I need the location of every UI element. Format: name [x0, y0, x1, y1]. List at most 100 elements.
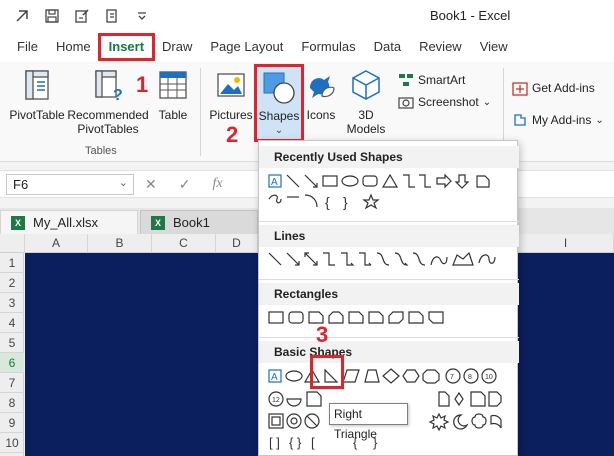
column-header-i[interactable]: I — [518, 234, 614, 253]
svg-text:[ ]: [ ] — [269, 435, 280, 450]
screenshot-chevron-icon: ⌄ — [482, 96, 492, 108]
section-divider — [259, 279, 519, 280]
workbook-name: My_All.xlsx — [33, 215, 99, 230]
save-icon[interactable] — [42, 6, 62, 26]
active-tab-underline — [109, 58, 144, 60]
shapes-chevron-icon: ⌄ — [274, 125, 284, 136]
recently-used-shapes[interactable]: A { } — [267, 173, 511, 211]
row-header[interactable]: 7 — [0, 373, 24, 393]
row-header[interactable]: 9 — [0, 413, 24, 433]
shapes-icon — [263, 72, 295, 104]
section-recently-used: Recently Used Shapes — [259, 146, 519, 168]
my-add-ins-label: My Add-ins — [532, 113, 592, 127]
workbook-tab-my-all[interactable]: X My_All.xlsx — [0, 210, 138, 234]
excel-window: Book1 - Excel File Home Insert Draw Page… — [0, 0, 614, 456]
row-header[interactable]: 10 — [0, 433, 24, 453]
screenshot-label: Screenshot — [418, 95, 479, 109]
get-add-ins-button[interactable]: Get Add-ins — [512, 80, 595, 96]
shapes-label: Shapes — [258, 109, 300, 123]
table-icon — [159, 71, 187, 99]
recommended-label-line1: Recommended — [67, 108, 149, 122]
screenshot-icon — [398, 97, 414, 109]
svg-text:[: [ — [311, 435, 315, 450]
name-box-chevron-icon[interactable]: ⌄ — [119, 176, 128, 189]
shapes-button[interactable]: Shapes ⌄ — [254, 64, 304, 142]
name-box[interactable]: F6 ⌄ — [6, 174, 134, 195]
row-header[interactable]: 3 — [0, 293, 24, 313]
name-box-value: F6 — [13, 177, 29, 192]
pivottable-button[interactable]: PivotTable — [8, 68, 66, 122]
smartart-label: SmartArt — [418, 73, 466, 87]
row-header-selected[interactable]: 6 — [0, 353, 24, 373]
section-lines: Lines — [259, 225, 519, 247]
excel-file-icon: X — [11, 215, 25, 230]
my-add-ins-chevron-icon: ⌄ — [595, 114, 604, 126]
tab-view[interactable]: View — [471, 32, 517, 62]
workbook-name: Book1 — [173, 215, 210, 230]
svg-text:?: ? — [113, 87, 123, 102]
recommended-pivottables-icon: ? — [95, 70, 123, 104]
title-bar: Book1 - Excel — [0, 0, 614, 32]
pictures-button[interactable]: Pictures — [208, 68, 254, 122]
table-label: Table — [158, 108, 188, 122]
pictures-label: Pictures — [209, 108, 253, 122]
tab-file[interactable]: File — [8, 32, 47, 62]
column-header-a[interactable]: A — [25, 234, 88, 253]
fx-icon[interactable]: fx — [212, 176, 222, 193]
svg-text:10: 10 — [485, 374, 493, 381]
rectangles-shapes[interactable] — [267, 309, 511, 327]
svg-text:7: 7 — [450, 374, 454, 381]
workbook-tab-book1[interactable]: X Book1 — [140, 210, 258, 234]
3d-models-button[interactable]: 3D Models — [340, 68, 392, 136]
row-header[interactable]: 8 — [0, 393, 24, 413]
svg-text:A: A — [271, 372, 278, 383]
tab-review[interactable]: Review — [410, 32, 471, 62]
svg-text:8: 8 — [468, 374, 472, 381]
tab-data[interactable]: Data — [365, 32, 410, 62]
icons-label: Icons — [306, 108, 336, 122]
icons-button[interactable]: Icons — [304, 68, 338, 122]
row-header[interactable]: 2 — [0, 273, 24, 293]
window-title: Book1 - Excel — [430, 8, 511, 23]
screenshot-button[interactable]: Screenshot ⌄ — [398, 94, 491, 110]
tab-draw[interactable]: Draw — [153, 32, 201, 62]
table-button[interactable]: Table — [152, 68, 194, 122]
column-header-b[interactable]: B — [88, 234, 152, 253]
cancel-icon[interactable]: ✕ — [145, 176, 157, 193]
annotation-step-2: 2 — [226, 122, 239, 147]
pivottable-icon — [25, 70, 49, 100]
lines-shapes[interactable] — [267, 251, 511, 269]
my-add-ins-button[interactable]: My Add-ins ⌄ — [512, 112, 604, 128]
pivottable-label: PivotTable — [9, 108, 65, 122]
annotation-box-right-triangle — [310, 355, 344, 389]
annotation-step-3: 3 — [316, 322, 329, 347]
confirm-icon[interactable]: ✓ — [179, 176, 191, 193]
section-basic-shapes: Basic Shapes — [259, 341, 519, 363]
annotation-step-1: 1 — [136, 72, 149, 97]
svg-text:12: 12 — [272, 397, 280, 404]
section-rectangles: Rectangles — [259, 283, 519, 305]
tooltip-right-triangle: Right Triangle — [329, 403, 408, 441]
undo-icon[interactable] — [102, 6, 122, 26]
save-as-icon[interactable] — [72, 6, 92, 26]
tab-insert-wrapper: Insert — [97, 32, 156, 62]
dropdown-icon[interactable] — [132, 6, 152, 26]
column-header-d[interactable]: D — [216, 234, 258, 253]
svg-text:A: A — [271, 177, 278, 188]
smartart-button[interactable]: SmartArt — [398, 72, 465, 88]
ribbon-tabs: File Home Insert Draw Page Layout Formul… — [0, 32, 614, 62]
tab-formulas[interactable]: Formulas — [292, 32, 364, 62]
back-icon[interactable] — [12, 6, 32, 26]
tab-page-layout[interactable]: Page Layout — [201, 32, 292, 62]
svg-text:}: } — [343, 194, 348, 210]
pictures-icon — [217, 73, 245, 97]
column-header-c[interactable]: C — [152, 234, 216, 253]
row-header[interactable]: 5 — [0, 333, 24, 353]
3d-models-label-line2: Models — [346, 122, 386, 136]
tables-group-label: Tables — [85, 145, 117, 157]
row-header[interactable]: 1 — [0, 253, 24, 273]
row-header[interactable]: 4 — [0, 313, 24, 333]
icons-icon — [310, 76, 335, 98]
select-all-corner[interactable] — [0, 234, 25, 253]
tab-home[interactable]: Home — [47, 32, 100, 62]
